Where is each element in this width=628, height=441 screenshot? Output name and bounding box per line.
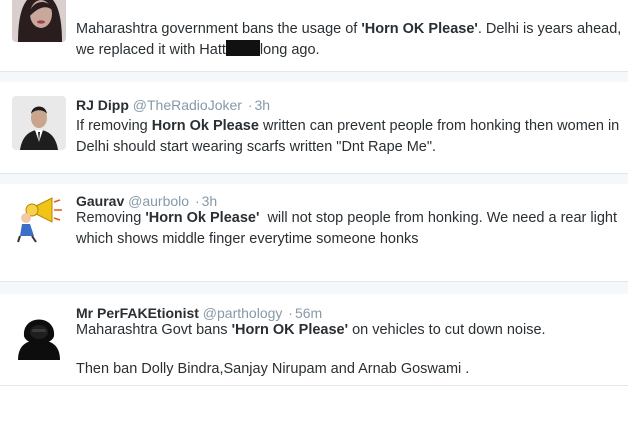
- author-handle[interactable]: @parthology: [203, 305, 283, 321]
- text-highlight: Horn Ok Please: [151, 118, 259, 134]
- avatar[interactable]: [12, 0, 66, 42]
- author-name[interactable]: RJ Dipp: [76, 97, 129, 113]
- tweet-timestamp[interactable]: 3h: [202, 193, 218, 209]
- tweet-gap: [0, 72, 628, 82]
- tweet-text: If removing Horn Ok Please written can p…: [76, 116, 622, 158]
- redaction-bar: [225, 40, 260, 56]
- hooded-silhouette-icon: [12, 306, 66, 360]
- tweet-4: Mr PerFAKEtionist @parthology · 56m Mahar…: [0, 294, 628, 386]
- separator-dot: ·: [194, 193, 200, 209]
- author-handle[interactable]: @TheRadioJoker: [133, 97, 242, 113]
- text-segment: Maharashtra government bans the usage of: [76, 21, 362, 37]
- tweet-1: Maharashtra government bans the usage of…: [0, 0, 628, 72]
- text-highlight: 'Horn Ok Please': [145, 210, 260, 226]
- tweet-timestamp[interactable]: 56m: [295, 305, 322, 321]
- avatar[interactable]: [12, 96, 66, 150]
- cartoon-megaphone-icon: [12, 192, 66, 246]
- avatar[interactable]: [12, 192, 66, 246]
- tweet-3: Gaurav @aurbolo · 3h Removing 'Horn Ok Pl…: [0, 184, 628, 282]
- author-name[interactable]: Gaurav: [76, 193, 124, 209]
- tweet-header: RJ Dipp @TheRadioJoker · 3h: [76, 96, 270, 114]
- tweet-text: Removing 'Horn Ok Please' will not stop …: [76, 208, 622, 250]
- author-handle[interactable]: @aurbolo: [128, 193, 189, 209]
- tweet-gap: [0, 174, 628, 184]
- text-segment: Removing: [76, 210, 146, 226]
- text-segment: on vehicles to cut down noise.: [348, 322, 546, 338]
- avatar[interactable]: [12, 306, 66, 360]
- tweet-2: RJ Dipp @TheRadioJoker · 3h If removing H…: [0, 82, 628, 174]
- tweet-second-paragraph: Then ban Dolly Bindra,Sanjay Nirupam and…: [76, 361, 470, 377]
- text-segment: long ago.: [259, 42, 320, 58]
- tweet-gap: [0, 282, 628, 294]
- text-highlight: 'Horn OK Please': [361, 21, 478, 37]
- text-segment: Maharashtra Govt bans: [76, 322, 232, 338]
- tweet-text: Maharashtra Govt bans 'Horn OK Please' o…: [76, 320, 622, 380]
- tweet-text: Maharashtra government bans the usage of…: [76, 19, 622, 61]
- man-in-suit-icon: [12, 96, 66, 150]
- woman-portrait-icon: [12, 0, 66, 42]
- text-highlight: 'Horn OK Please': [231, 322, 349, 338]
- separator-dot: ·: [288, 305, 293, 321]
- separator-dot: ·: [247, 97, 253, 113]
- tweet-timestamp[interactable]: 3h: [255, 97, 271, 113]
- author-name[interactable]: Mr PerFAKEtionist: [76, 305, 199, 321]
- text-segment: If removing: [76, 118, 152, 134]
